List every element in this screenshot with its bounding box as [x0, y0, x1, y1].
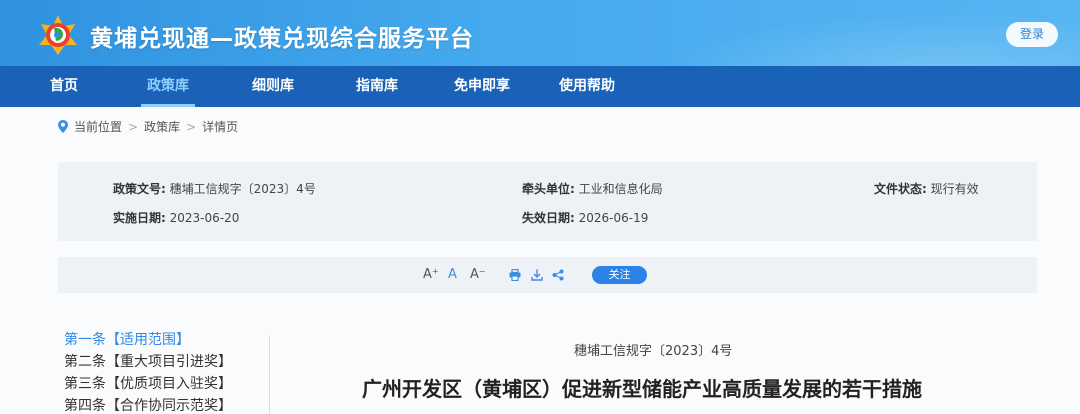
policy-info-panel: 政策文号: 穗埔工信规字〔2023〕4号 牵头单位: 工业和信息化局 文件状态:…: [58, 162, 1037, 241]
nav-item-rules-library[interactable]: 细则库: [252, 66, 294, 107]
download-icon[interactable]: [531, 269, 543, 281]
font-normal-button[interactable]: A: [448, 257, 457, 293]
header-banner: 黄埔兑现通—政策兑现综合服务平台 登录: [0, 0, 1080, 66]
lead-unit-field: 牵头单位: 工业和信息化局: [522, 180, 663, 197]
follow-button[interactable]: 关注: [592, 266, 647, 284]
lead-unit-value: 工业和信息化局: [578, 182, 663, 196]
toc-item-article-4[interactable]: 第四条【合作协同示范奖】: [64, 395, 232, 414]
font-decrease-button[interactable]: A⁻: [470, 257, 486, 293]
doc-number-value: 穗埔工信规字〔2023〕4号: [169, 182, 316, 196]
doc-number-field: 政策文号: 穗埔工信规字〔2023〕4号: [113, 180, 316, 197]
breadcrumb-prefix: 当前位置: [74, 120, 123, 134]
toc-divider: [269, 335, 270, 414]
effective-date-label: 实施日期:: [113, 211, 166, 225]
effective-date-field: 实施日期: 2023-06-20: [113, 209, 239, 226]
nav-item-guide-library[interactable]: 指南库: [356, 66, 398, 107]
breadcrumb-item-policy-library[interactable]: 政策库: [144, 118, 180, 135]
font-increase-button[interactable]: A⁺: [423, 257, 439, 293]
toc-item-article-1[interactable]: 第一条【适用范围】: [64, 329, 232, 351]
expiry-date-label: 失效日期:: [522, 211, 575, 225]
breadcrumb-separator: >: [128, 119, 139, 134]
breadcrumb: 当前位置 > 政策库 > 详情页: [58, 118, 238, 135]
toc-item-article-3[interactable]: 第三条【优质项目入驻奖】: [64, 373, 232, 395]
status-label: 文件状态:: [874, 182, 927, 196]
expiry-date-value: 2026-06-19: [578, 211, 649, 225]
print-icon[interactable]: [509, 269, 521, 281]
table-of-contents: 第一条【适用范围】 第二条【重大项目引进奖】 第三条【优质项目入驻奖】 第四条【…: [64, 329, 232, 414]
lead-unit-label: 牵头单位:: [522, 182, 575, 196]
effective-date-value: 2023-06-20: [169, 211, 240, 225]
site-title: 黄埔兑现通—政策兑现综合服务平台: [90, 26, 474, 52]
status-value: 现行有效: [930, 182, 979, 196]
status-field: 文件状态: 现行有效: [874, 180, 979, 197]
document-title: 广州开发区（黄埔区）促进新型储能产业高质量发展的若干措施: [362, 377, 922, 401]
breadcrumb-separator: >: [186, 119, 197, 134]
toc-item-article-2[interactable]: 第二条【重大项目引进奖】: [64, 351, 232, 373]
share-icon[interactable]: [552, 269, 564, 281]
doc-number-label: 政策文号:: [113, 182, 166, 196]
main-nav: 首页 政策库 细则库 指南库 免申即享 使用帮助: [0, 66, 1080, 107]
logo-icon[interactable]: [36, 13, 80, 57]
nav-item-policy-library[interactable]: 政策库: [141, 66, 195, 107]
nav-item-help[interactable]: 使用帮助: [559, 66, 615, 107]
breadcrumb-item-detail: 详情页: [202, 120, 239, 134]
nav-item-home[interactable]: 首页: [50, 66, 78, 107]
expiry-date-field: 失效日期: 2026-06-19: [522, 209, 648, 226]
document-toolbar: A⁺ A A⁻ 关注: [58, 257, 1037, 293]
nav-item-exempt-apply[interactable]: 免申即享: [454, 66, 510, 107]
login-button[interactable]: 登录: [1006, 22, 1058, 47]
location-pin-icon: [58, 120, 68, 133]
document-number: 穗埔工信规字〔2023〕4号: [574, 344, 733, 359]
